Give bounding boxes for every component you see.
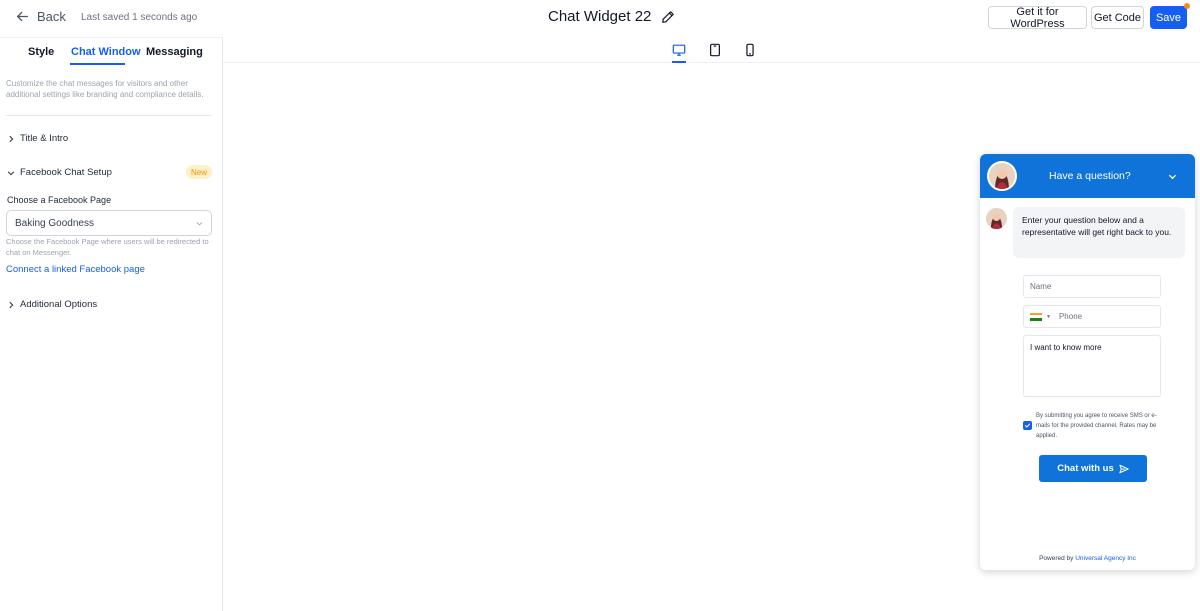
section-additional-options-label: Additional Options — [20, 299, 98, 310]
new-badge: New — [186, 165, 212, 179]
tablet-view-button[interactable] — [708, 43, 722, 57]
tab-style[interactable]: Style — [28, 46, 54, 58]
tablet-icon — [710, 43, 720, 57]
widget-header-title: Have a question? — [1049, 170, 1131, 182]
widget-header: Have a question? — [980, 154, 1195, 198]
send-icon — [1119, 464, 1129, 473]
name-input[interactable]: Name — [1023, 275, 1161, 298]
agency-link[interactable]: Universal Agency Inc — [1075, 555, 1136, 562]
active-tab-indicator — [70, 63, 125, 65]
avatar-image — [989, 163, 1015, 189]
section-facebook-setup-label: Facebook Chat Setup — [20, 167, 112, 178]
active-device-indicator — [672, 61, 686, 63]
section-description: Customize the chat messages for visitors… — [6, 79, 204, 99]
facebook-page-select[interactable]: Baking Goodness — [6, 210, 212, 236]
back-label: Back — [37, 9, 66, 24]
desktop-icon — [672, 44, 686, 56]
get-wordpress-button[interactable]: Get it for WordPress — [988, 6, 1087, 30]
message-value: I want to know more — [1030, 343, 1102, 352]
consent-text: By submitting you agree to receive SMS o… — [1036, 413, 1157, 439]
india-flag-icon[interactable] — [1030, 312, 1042, 321]
widget-title: Chat Widget 22 — [548, 8, 652, 25]
notification-dot — [1184, 3, 1190, 9]
save-status: Last saved 1 seconds ago — [81, 12, 198, 23]
section-title-intro-label: Title & Intro — [20, 133, 69, 144]
widget-title-group: Chat Widget 22 — [548, 8, 675, 25]
settings-sidebar: Style Chat Window Messaging Customize th… — [0, 37, 223, 611]
chat-with-us-label: Chat with us — [1057, 463, 1114, 474]
phone-placeholder: Phone — [1058, 312, 1083, 321]
message-avatar — [986, 208, 1007, 229]
chevron-down-icon — [7, 170, 15, 175]
section-title-intro[interactable]: Title & Intro — [7, 133, 68, 144]
sidebar-tabs: Style Chat Window Messaging — [0, 38, 222, 65]
tab-messaging[interactable]: Messaging — [146, 46, 203, 58]
avatar-image — [986, 208, 1007, 229]
pencil-icon[interactable] — [661, 10, 675, 24]
caret-down-icon: ▼ — [1046, 313, 1051, 320]
arrow-left-icon — [16, 11, 29, 22]
top-bar: Back Last saved 1 seconds ago Chat Widge… — [0, 0, 1200, 36]
message-textarea[interactable]: I want to know more — [1023, 335, 1161, 397]
desktop-view-button[interactable] — [672, 43, 686, 57]
check-icon — [1024, 423, 1031, 428]
mobile-icon — [746, 43, 754, 57]
chat-widget-preview: Have a question? Enter your question bel… — [980, 154, 1195, 570]
get-code-button[interactable]: Get Code — [1091, 6, 1144, 29]
mobile-view-button[interactable] — [743, 43, 757, 57]
chat-with-us-button[interactable]: Chat with us — [1039, 455, 1147, 482]
agent-avatar — [987, 161, 1017, 191]
connect-facebook-link[interactable]: Connect a linked Facebook page — [6, 264, 145, 275]
name-placeholder: Name — [1030, 282, 1052, 291]
chevron-down-icon[interactable] — [1168, 172, 1177, 181]
section-facebook-setup[interactable]: Facebook Chat Setup — [7, 167, 112, 178]
intro-message-bubble: Enter your question below and a represen… — [1013, 207, 1185, 258]
tab-chat-window[interactable]: Chat Window — [71, 46, 141, 58]
facebook-page-value: Baking Goodness — [15, 217, 94, 229]
section-additional-options[interactable]: Additional Options — [7, 299, 97, 310]
facebook-page-label: Choose a Facebook Page — [7, 195, 112, 205]
consent-checkbox[interactable] — [1023, 421, 1032, 430]
facebook-page-help: Choose the Facebook Page where users wil… — [6, 237, 209, 257]
powered-by-footer: Powered by Universal Agency Inc — [980, 555, 1195, 562]
device-switcher — [223, 37, 1200, 63]
divider — [6, 115, 212, 116]
chevron-right-icon — [9, 135, 14, 142]
chevron-down-icon — [196, 221, 203, 225]
back-button[interactable]: Back — [16, 9, 66, 24]
phone-input[interactable]: ▼ Phone — [1023, 305, 1161, 328]
powered-by-label: Powered by — [1039, 555, 1074, 562]
chevron-right-icon — [9, 301, 14, 308]
save-button[interactable]: Save — [1150, 6, 1187, 29]
